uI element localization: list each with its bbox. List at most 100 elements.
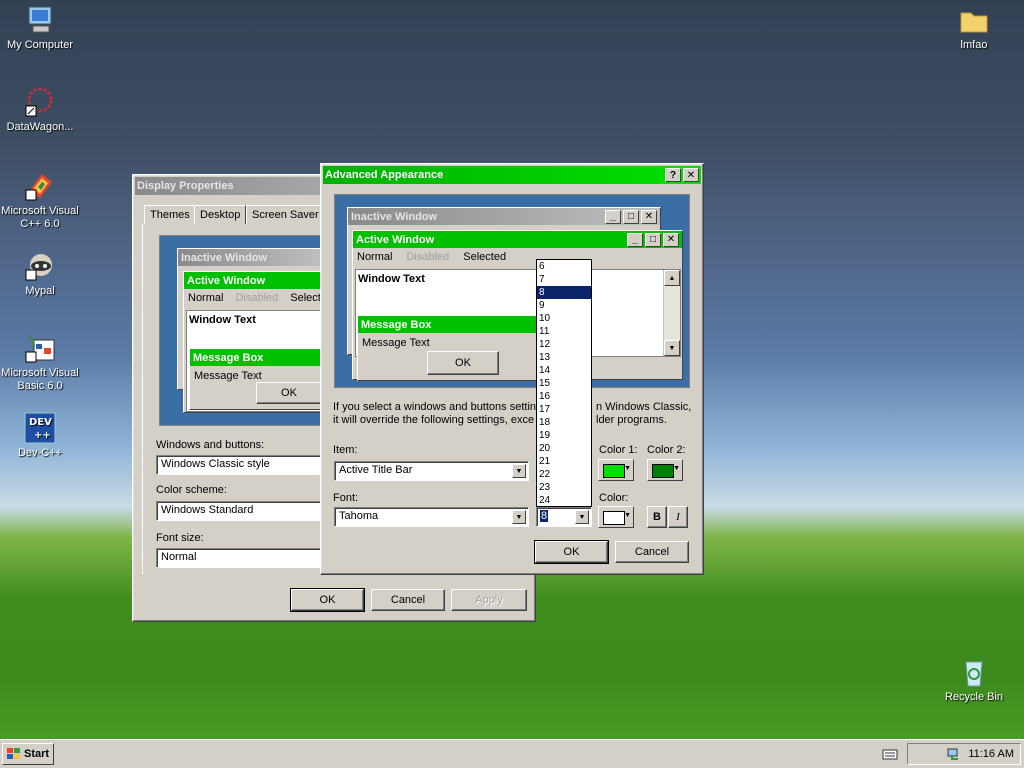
font-size-option[interactable]: 17: [537, 403, 591, 416]
item-select[interactable]: Active Title Bar ▼: [334, 461, 529, 481]
adv-inactive-titlebar: Inactive Window _ □ ✕: [348, 208, 660, 225]
chevron-down-icon: ▼: [575, 510, 589, 524]
network-icon[interactable]: [946, 747, 962, 761]
font-color-picker[interactable]: ▼: [598, 506, 634, 528]
windows-logo-icon: [7, 748, 21, 760]
desktop-icon-label: lmfao: [960, 39, 988, 51]
font-size-option[interactable]: 6: [537, 260, 591, 273]
advanced-ok-button[interactable]: OK: [534, 540, 609, 564]
chevron-down-icon: ▼: [624, 465, 631, 472]
windows-buttons-select[interactable]: Windows Classic style: [156, 455, 322, 475]
desktop-icon-label: Microsoft Visual C++ 6.0: [1, 205, 79, 230]
font-size-option[interactable]: 13: [537, 351, 591, 364]
help-button[interactable]: ?: [665, 168, 681, 182]
font-size-combo[interactable]: 8 ▼: [536, 507, 592, 527]
font-size-option[interactable]: 21: [537, 455, 591, 468]
chevron-down-icon: ▼: [512, 510, 526, 524]
close-icon: ✕: [663, 232, 679, 247]
desktop-icon-mypal[interactable]: Mypal: [0, 250, 80, 298]
info-text-1a: If you select a windows and buttons sett…: [333, 401, 537, 413]
select-value: Tahoma: [339, 510, 379, 522]
font-size-option[interactable]: 15: [537, 377, 591, 390]
desktop-icon-my-computer[interactable]: My Computer: [0, 4, 80, 52]
desktop-icon-label: Dev-C++: [17, 447, 63, 459]
button-label: Apply: [475, 594, 503, 606]
font-size-dropdown-list[interactable]: 6 7 8 9 10 11 12 13 14 15 16 17 18 19 20 21 22 23 24: [536, 259, 592, 507]
desktop-icon-visual-basic[interactable]: Microsoft Visual Basic 6.0: [0, 332, 80, 393]
display-cancel-button[interactable]: Cancel: [371, 589, 445, 611]
clock[interactable]: 11:16 AM: [968, 748, 1014, 760]
advanced-appearance-titlebar[interactable]: Advanced Appearance ? ✕: [323, 166, 701, 184]
adv-active-titlebar: Active Window _ □ ✕: [353, 231, 682, 248]
font-size-option[interactable]: 10: [537, 312, 591, 325]
font-color-swatch: [603, 511, 625, 525]
chevron-down-icon: ▼: [624, 512, 631, 519]
display-apply-button[interactable]: Apply: [451, 589, 527, 611]
tab-themes[interactable]: Themes: [144, 205, 196, 224]
desktop-icon-label: DataWagon...: [6, 121, 74, 133]
desktop-icon-lmfao-folder[interactable]: lmfao: [934, 4, 1014, 52]
color2-label: Color 2:: [647, 444, 686, 456]
tab-label: Desktop: [200, 209, 241, 221]
close-button[interactable]: ✕: [683, 168, 699, 182]
font-size-option[interactable]: 24: [537, 494, 591, 507]
select-value: Normal: [161, 551, 197, 563]
close-icon: ✕: [686, 169, 696, 181]
tab-label: Themes: [150, 209, 190, 221]
font-size-option[interactable]: 22: [537, 468, 591, 481]
item-label: Item:: [333, 444, 358, 456]
font-select[interactable]: Tahoma ▼: [334, 507, 529, 527]
font-size-option[interactable]: 23: [537, 481, 591, 494]
color1-picker[interactable]: ▼: [598, 459, 634, 481]
preview-menu-row: Normal Disabled Selecte: [184, 289, 327, 306]
visual-basic-icon: [24, 332, 56, 364]
adv-active-title: Active Window: [356, 233, 435, 246]
desktop-icon-recycle-bin[interactable]: Recycle Bin: [934, 656, 1014, 704]
start-label: Start: [24, 748, 50, 760]
svg-text:++: ++: [34, 430, 51, 441]
button-label: Cancel: [390, 594, 426, 606]
desktop-icon-visual-cpp[interactable]: Microsoft Visual C++ 6.0: [0, 170, 80, 231]
font-size-select[interactable]: Normal: [156, 548, 322, 568]
font-size-option[interactable]: 14: [537, 364, 591, 377]
bold-icon: B: [653, 511, 661, 523]
windows-buttons-label: Windows and buttons:: [156, 439, 265, 451]
datawagon-icon: [24, 86, 56, 118]
desktop-icon-dev-cpp[interactable]: DEV ++ Dev-C++: [0, 412, 80, 460]
adv-preview-menu-row: Normal Disabled Selected: [353, 248, 682, 265]
font-size-option[interactable]: 18: [537, 416, 591, 429]
font-size-option[interactable]: 12: [537, 338, 591, 351]
font-size-option[interactable]: 9: [537, 299, 591, 312]
tab-desktop[interactable]: Desktop: [194, 205, 247, 224]
font-size-option[interactable]: 19: [537, 429, 591, 442]
preview-ok-button: OK: [256, 382, 322, 404]
mypal-raccoon-icon: [24, 250, 56, 282]
font-size-option[interactable]: 8: [537, 286, 591, 299]
folder-icon: [958, 4, 990, 36]
font-size-option[interactable]: 20: [537, 442, 591, 455]
scroll-down-icon: ▼: [664, 340, 680, 356]
tab-screen-saver[interactable]: Screen Saver: [246, 205, 325, 224]
font-size-option[interactable]: 11: [537, 325, 591, 338]
font-size-option[interactable]: 16: [537, 390, 591, 403]
advanced-cancel-button[interactable]: Cancel: [615, 541, 689, 563]
start-button[interactable]: Start: [2, 743, 54, 765]
keyboard-icon[interactable]: [882, 747, 898, 761]
adv-message-text: Message Text: [362, 337, 430, 349]
desktop-icon-datawagon[interactable]: DataWagon...: [0, 86, 80, 134]
maximize-icon: □: [645, 232, 661, 247]
menu-disabled: Disabled: [235, 291, 279, 304]
preview-message-title: Message Box: [190, 349, 323, 366]
color2-picker[interactable]: ▼: [647, 459, 683, 481]
adv-inactive-controls: _ □ ✕: [603, 209, 657, 224]
select-value: Active Title Bar: [339, 464, 413, 476]
display-ok-button[interactable]: OK: [290, 588, 365, 612]
color1-swatch: [603, 464, 625, 478]
italic-button[interactable]: I: [668, 506, 688, 528]
color-scheme-select[interactable]: Windows Standard: [156, 501, 322, 521]
font-label: Font:: [333, 492, 359, 504]
font-color-label: Color:: [599, 492, 629, 504]
font-size-option[interactable]: 7: [537, 273, 591, 286]
bold-button[interactable]: B: [647, 506, 667, 528]
menu-normal: Normal: [188, 291, 224, 304]
